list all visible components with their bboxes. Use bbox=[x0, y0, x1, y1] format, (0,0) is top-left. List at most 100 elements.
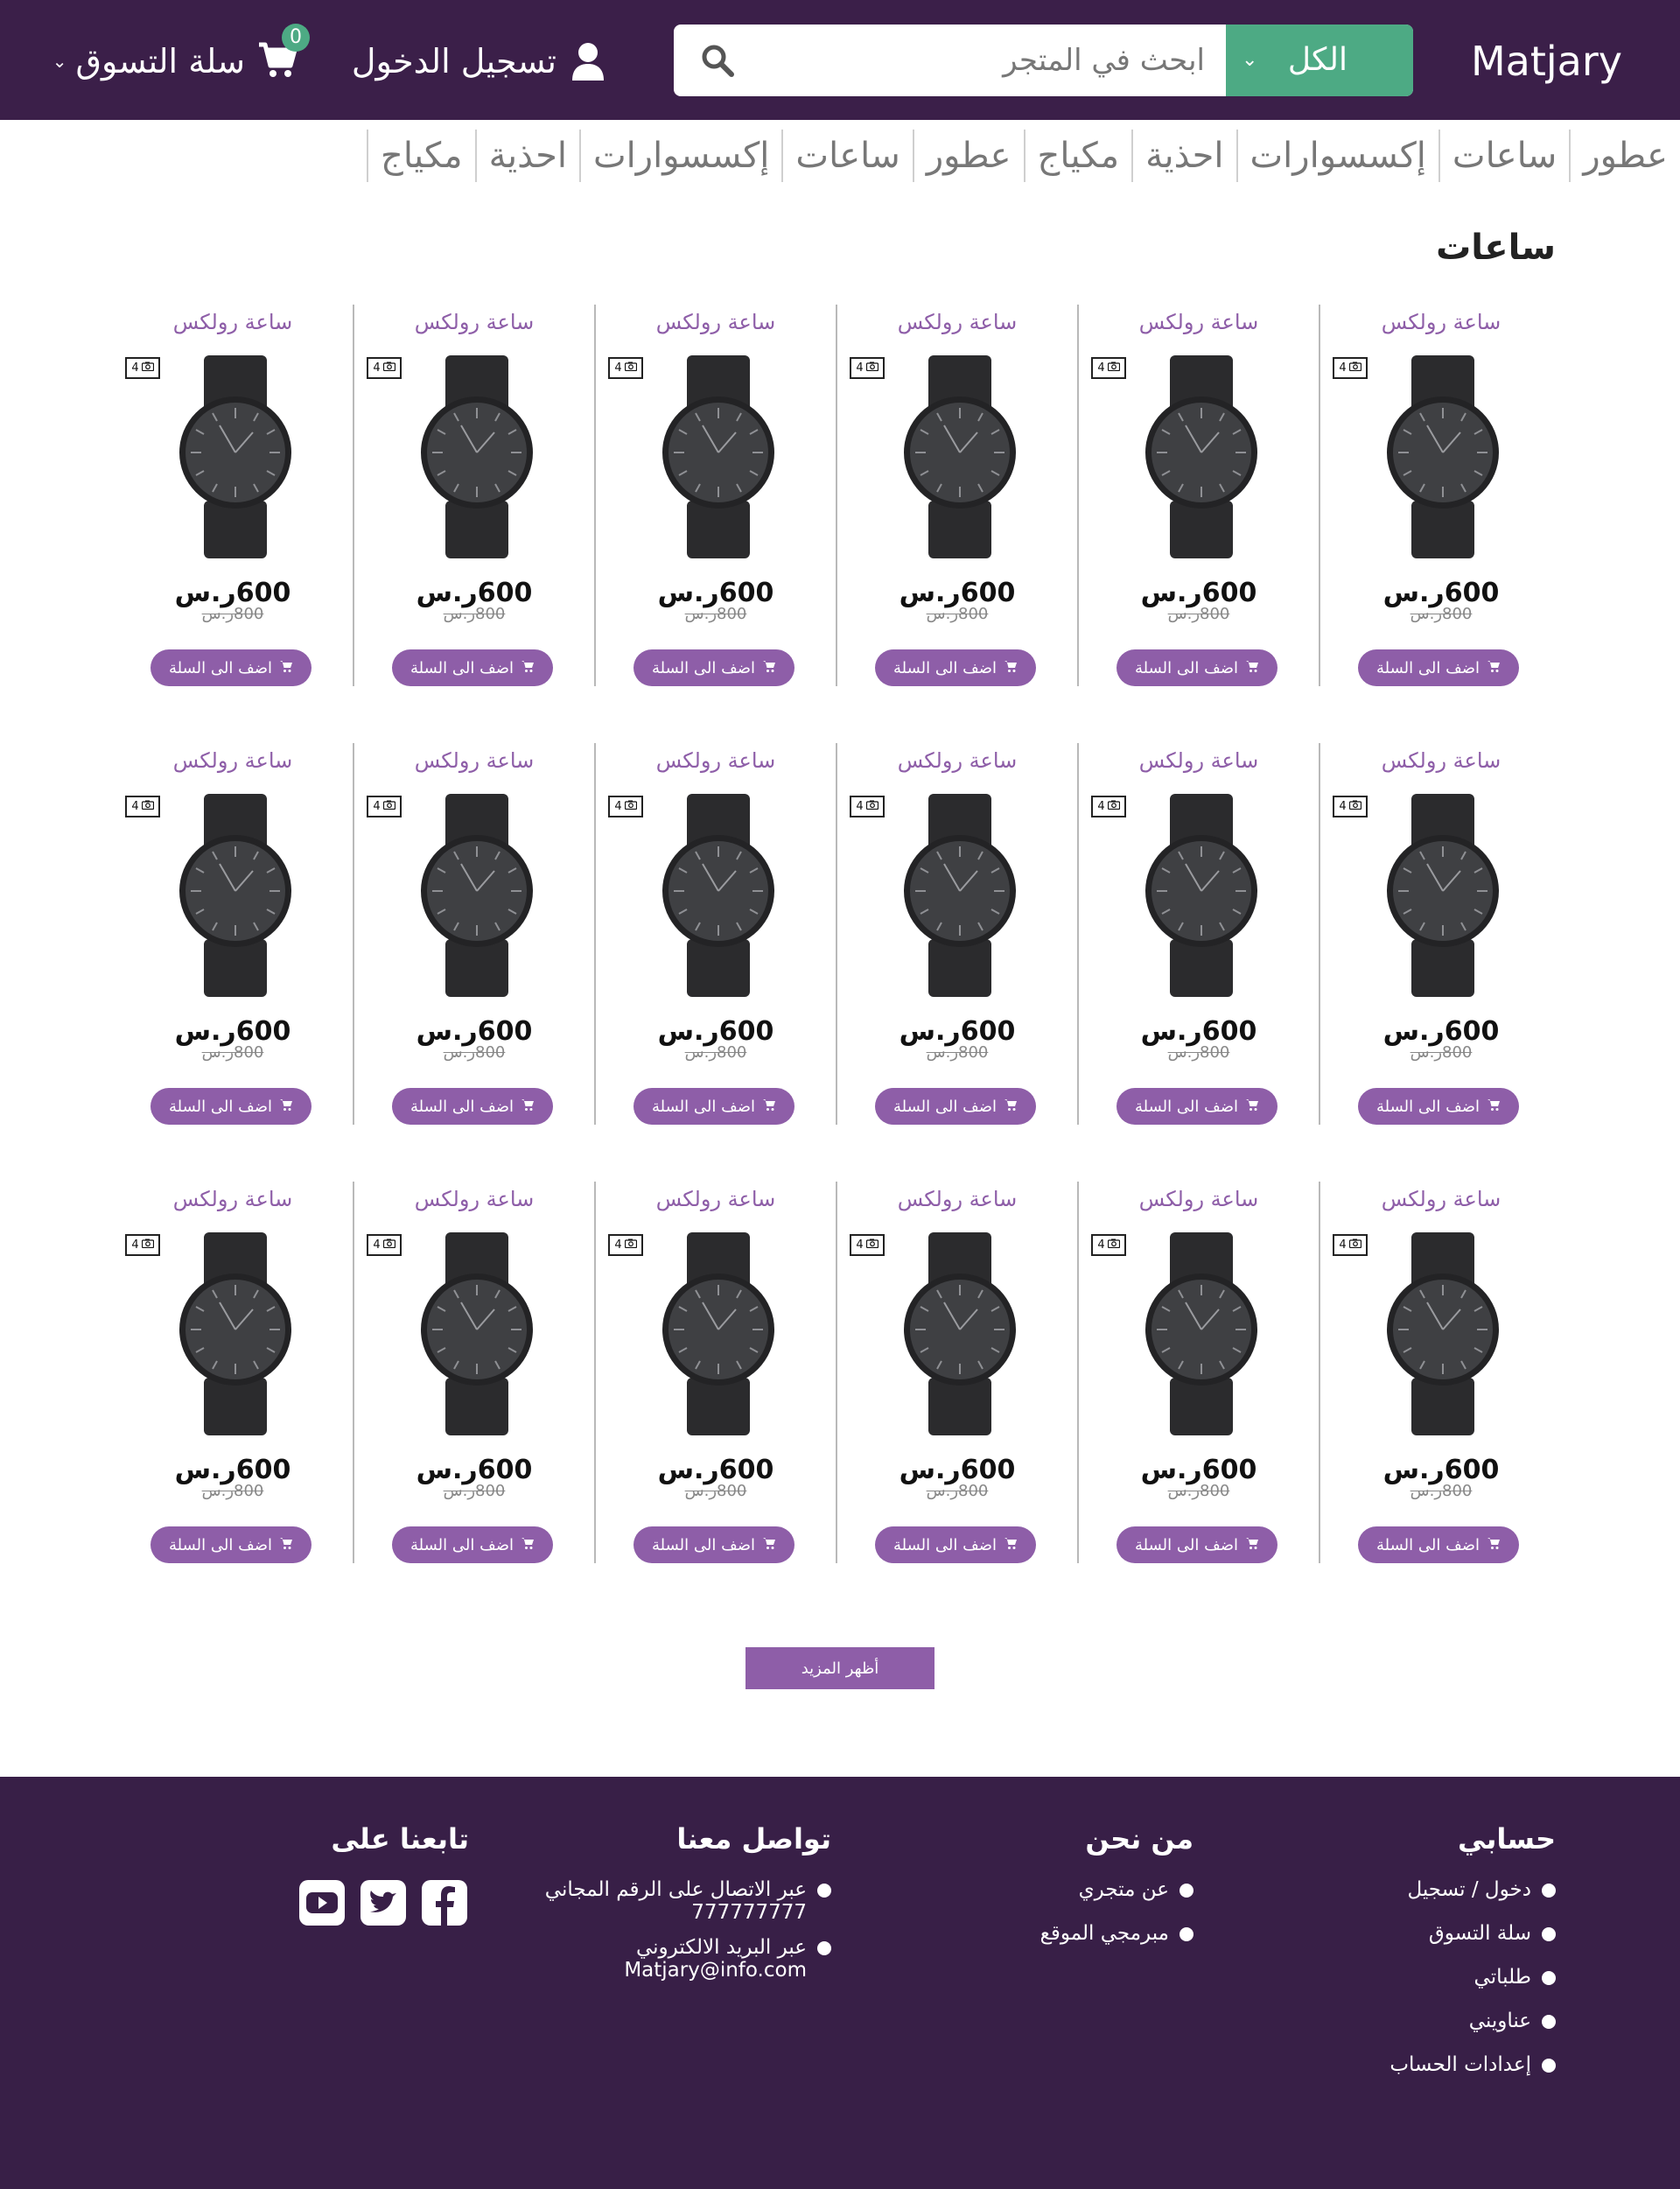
footer-contact-email[interactable]: عبر البريد الالكتروني Matjary@info.com bbox=[545, 1936, 831, 1982]
product-card[interactable]: ساعة رولكس 4 600ر.س 800ر.س اضف الى السلة bbox=[113, 1182, 354, 1563]
product-image[interactable] bbox=[1373, 352, 1513, 562]
category-link[interactable]: إكسسوارات bbox=[1236, 130, 1438, 182]
brand-logo[interactable]: Matjary bbox=[1471, 33, 1622, 89]
add-to-cart-button[interactable]: اضف الى السلة bbox=[1358, 1088, 1519, 1125]
product-card[interactable]: ساعة رولكس 4 600ر.س 800ر.س اضف الى السلة bbox=[1320, 305, 1562, 686]
product-image[interactable] bbox=[648, 352, 788, 562]
add-to-cart-button[interactable]: اضف الى السلة bbox=[875, 1526, 1036, 1563]
product-image[interactable] bbox=[1373, 790, 1513, 1000]
footer-link-developers[interactable]: مبرمجي الموقع bbox=[1040, 1922, 1194, 1945]
category-link[interactable]: احذية bbox=[474, 130, 579, 182]
footer-link-about-store[interactable]: عن متجري bbox=[1040, 1878, 1194, 1901]
product-image[interactable] bbox=[648, 790, 788, 1000]
login-link[interactable]: تسجيل الدخول bbox=[352, 33, 606, 89]
product-name[interactable]: ساعة رولكس bbox=[837, 743, 1077, 778]
product-card[interactable]: ساعة رولكس 4 600ر.س 800ر.س اضف الى السلة bbox=[596, 305, 837, 686]
add-to-cart-button[interactable]: اضف الى السلة bbox=[1358, 649, 1519, 686]
product-image[interactable] bbox=[890, 790, 1030, 1000]
product-card[interactable]: ساعة رولكس 4 600ر.س 800ر.س اضف الى السلة bbox=[837, 1182, 1079, 1563]
product-name[interactable]: ساعة رولكس bbox=[1320, 743, 1562, 778]
product-card[interactable]: ساعة رولكس 4 600ر.س 800ر.س اضف الى السلة bbox=[1079, 1182, 1320, 1563]
add-to-cart-button[interactable]: اضف الى السلة bbox=[150, 1526, 312, 1563]
product-card[interactable]: ساعة رولكس 4 600ر.س 800ر.س اضف الى السلة bbox=[596, 1182, 837, 1563]
product-name[interactable]: ساعة رولكس bbox=[1320, 1182, 1562, 1217]
product-image[interactable] bbox=[890, 1229, 1030, 1439]
product-card[interactable]: ساعة رولكس 4 600ر.س 800ر.س اضف الى السلة bbox=[596, 743, 837, 1125]
add-to-cart-button[interactable]: اضف الى السلة bbox=[392, 649, 553, 686]
add-to-cart-button[interactable]: اضف الى السلة bbox=[392, 1526, 553, 1563]
product-card[interactable]: ساعة رولكس 4 600ر.س 800ر.س اضف الى السلة bbox=[1320, 743, 1562, 1125]
product-image[interactable] bbox=[407, 790, 547, 1000]
product-card[interactable]: ساعة رولكس 4 600ر.س 800ر.س اضف الى السلة bbox=[113, 305, 354, 686]
add-to-cart-button[interactable]: اضف الى السلة bbox=[875, 649, 1036, 686]
footer-link-orders[interactable]: طلباتي bbox=[1390, 1966, 1556, 1989]
product-name[interactable]: ساعة رولكس bbox=[113, 305, 353, 340]
product-card[interactable]: ساعة رولكس 4 600ر.س 800ر.س اضف الى السلة bbox=[1320, 1182, 1562, 1563]
product-name[interactable]: ساعة رولكس bbox=[596, 1182, 836, 1217]
add-to-cart-button[interactable]: اضف الى السلة bbox=[1116, 649, 1278, 686]
product-card[interactable]: ساعة رولكس 4 600ر.س 800ر.س اضف الى السلة bbox=[113, 743, 354, 1125]
category-link[interactable]: إكسسوارات bbox=[579, 130, 781, 182]
product-image[interactable] bbox=[165, 1229, 305, 1439]
product-name[interactable]: ساعة رولكس bbox=[837, 305, 1077, 340]
product-image[interactable] bbox=[165, 790, 305, 1000]
product-card[interactable]: ساعة رولكس 4 600ر.س 800ر.س اضف الى السلة bbox=[1079, 305, 1320, 686]
product-image[interactable] bbox=[890, 352, 1030, 562]
product-image[interactable] bbox=[407, 1229, 547, 1439]
product-name[interactable]: ساعة رولكس bbox=[1320, 305, 1562, 340]
category-link[interactable]: ساعات bbox=[1438, 130, 1569, 182]
search-input[interactable] bbox=[788, 25, 1226, 96]
product-name[interactable]: ساعة رولكس bbox=[1079, 743, 1319, 778]
category-link[interactable]: احذية bbox=[1131, 130, 1236, 182]
category-link[interactable]: عطور bbox=[1569, 130, 1680, 182]
category-link[interactable]: مكياج bbox=[1023, 130, 1132, 182]
cart-menu[interactable]: 0 سلة التسوق ⌄ bbox=[52, 24, 310, 96]
youtube-icon[interactable] bbox=[298, 1878, 346, 1927]
footer-link-addresses[interactable]: عناويني bbox=[1390, 2010, 1556, 2032]
footer-link-cart[interactable]: سلة التسوق bbox=[1390, 1922, 1556, 1945]
twitter-icon[interactable] bbox=[359, 1878, 408, 1927]
facebook-icon[interactable] bbox=[420, 1878, 469, 1927]
add-to-cart-button[interactable]: اضف الى السلة bbox=[1116, 1526, 1278, 1563]
show-more-button[interactable]: أظهر المزيد bbox=[746, 1647, 934, 1689]
add-to-cart-button[interactable]: اضف الى السلة bbox=[150, 649, 312, 686]
category-link[interactable]: ساعات bbox=[781, 130, 912, 182]
product-image[interactable] bbox=[1131, 1229, 1271, 1439]
product-image[interactable] bbox=[407, 352, 547, 562]
search-category-select[interactable]: الكل ⌄ bbox=[1226, 25, 1413, 96]
product-name[interactable]: ساعة رولكس bbox=[1079, 305, 1319, 340]
product-card[interactable]: ساعة رولكس 4 600ر.س 800ر.س اضف الى السلة bbox=[1079, 743, 1320, 1125]
product-name[interactable]: ساعة رولكس bbox=[596, 743, 836, 778]
product-name[interactable]: ساعة رولكس bbox=[354, 1182, 594, 1217]
product-image[interactable] bbox=[648, 1229, 788, 1439]
product-name[interactable]: ساعة رولكس bbox=[596, 305, 836, 340]
product-name[interactable]: ساعة رولكس bbox=[113, 743, 353, 778]
product-card[interactable]: ساعة رولكس 4 600ر.س 800ر.س اضف الى السلة bbox=[837, 743, 1079, 1125]
add-to-cart-button[interactable]: اضف الى السلة bbox=[634, 1088, 794, 1125]
add-to-cart-button[interactable]: اضف الى السلة bbox=[150, 1088, 312, 1125]
product-image[interactable] bbox=[1131, 352, 1271, 562]
add-to-cart-button[interactable]: اضف الى السلة bbox=[1358, 1526, 1519, 1563]
add-to-cart-button[interactable]: اضف الى السلة bbox=[392, 1088, 553, 1125]
product-card[interactable]: ساعة رولكس 4 600ر.س 800ر.س اضف الى السلة bbox=[354, 743, 596, 1125]
product-name[interactable]: ساعة رولكس bbox=[837, 1182, 1077, 1217]
search-button[interactable] bbox=[674, 25, 761, 96]
category-link[interactable]: عطور bbox=[912, 130, 1024, 182]
product-name[interactable]: ساعة رولكس bbox=[354, 743, 594, 778]
product-name[interactable]: ساعة رولكس bbox=[113, 1182, 353, 1217]
add-to-cart-button[interactable]: اضف الى السلة bbox=[634, 1526, 794, 1563]
product-card[interactable]: ساعة رولكس 4 600ر.س 800ر.س اضف الى السلة bbox=[354, 1182, 596, 1563]
add-to-cart-button[interactable]: اضف الى السلة bbox=[875, 1088, 1036, 1125]
product-name[interactable]: ساعة رولكس bbox=[1079, 1182, 1319, 1217]
product-image[interactable] bbox=[1131, 790, 1271, 1000]
product-image[interactable] bbox=[165, 352, 305, 562]
footer-link-login[interactable]: دخول / تسجيل bbox=[1390, 1878, 1556, 1901]
product-image[interactable] bbox=[1373, 1229, 1513, 1439]
product-name[interactable]: ساعة رولكس bbox=[354, 305, 594, 340]
footer-link-settings[interactable]: إعدادات الحساب bbox=[1390, 2053, 1556, 2076]
product-card[interactable]: ساعة رولكس 4 600ر.س 800ر.س اضف الى السلة bbox=[837, 305, 1079, 686]
add-to-cart-button[interactable]: اضف الى السلة bbox=[1116, 1088, 1278, 1125]
product-card[interactable]: ساعة رولكس 4 600ر.س 800ر.س اضف الى السلة bbox=[354, 305, 596, 686]
category-link[interactable]: مكياج bbox=[367, 130, 475, 182]
add-to-cart-button[interactable]: اضف الى السلة bbox=[634, 649, 794, 686]
